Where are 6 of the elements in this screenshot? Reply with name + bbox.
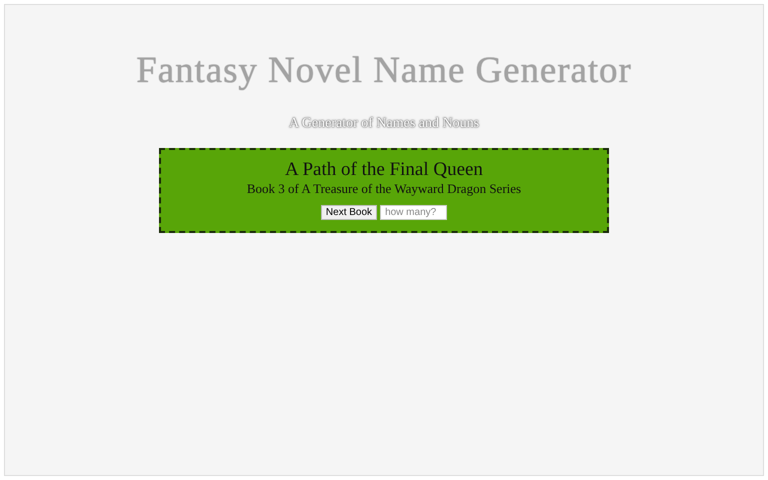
series-line: Book 3 of A Treasure of the Wayward Dragon Series — [246, 180, 522, 198]
page-subtitle: A Generator of Names and Nouns — [288, 115, 480, 133]
book-title: A Path of the Final Queen — [285, 160, 483, 180]
next-book-button[interactable]: Next Book — [320, 205, 378, 220]
page-title: Fantasy Novel Name Generator — [136, 49, 632, 93]
count-field[interactable]: how many? — [380, 205, 448, 220]
